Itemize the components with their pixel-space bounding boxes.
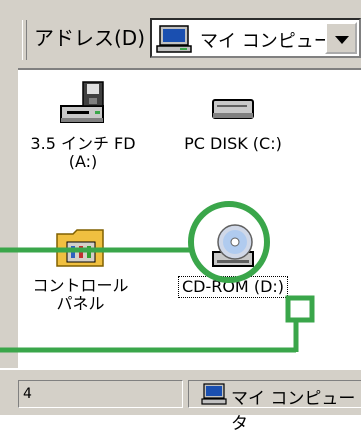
status-location-text: マイ コンピュータ (231, 389, 356, 434)
cd-rom-drive-icon (212, 224, 254, 267)
file-view: 3.5 インチ FD (A:) PC DISK (C:) コントロール パネル … (18, 70, 361, 368)
pc-disk-label: PC DISK (C:) (184, 134, 282, 153)
control-panel-icon (55, 229, 104, 267)
address-label: アドレス(D) (34, 26, 146, 50)
status-bar: 4 マイ コンピュータ (0, 368, 361, 434)
floppy-drive-icon (60, 81, 104, 123)
cd-rom-drive-letter: (D:) (253, 277, 285, 296)
toolbar-grip[interactable] (22, 20, 27, 60)
cd-rom-label: CD-ROM (D:) (177, 276, 289, 298)
status-location: マイ コンピュータ (188, 380, 361, 434)
hard-drive-icon (212, 99, 254, 119)
control-panel-item[interactable]: コントロール パネル (23, 222, 138, 314)
my-computer-small-icon (201, 383, 227, 405)
floppy-drive-label: 3.5 インチ FD (A:) (27, 134, 138, 172)
floppy-drive-label-line2: (A:) (68, 152, 98, 171)
control-panel-label-line1: コントロール (32, 276, 129, 295)
chevron-down-icon (335, 36, 349, 44)
status-object-count: 4 (18, 380, 183, 408)
window-left-border (0, 0, 20, 413)
floppy-drive-label-line1: 3.5 インチ FD (30, 134, 136, 153)
cd-rom-item[interactable]: CD-ROM (D:) (158, 222, 308, 298)
cd-rom-label-prefix: CD-ROM (181, 277, 254, 296)
floppy-drive-item[interactable]: 3.5 インチ FD (A:) (18, 80, 148, 172)
pc-disk-item[interactable]: PC DISK (C:) (168, 80, 298, 154)
my-computer-icon (156, 25, 192, 53)
address-field[interactable]: マイ コンピュータ (150, 18, 361, 58)
control-panel-label-line2: パネル (56, 294, 105, 313)
control-panel-label: コントロール パネル (29, 276, 131, 314)
explorer-window: アドレス(D) マイ コンピュータ 3.5 インチ FD (A:) PC DIS… (0, 0, 361, 434)
address-dropdown-button[interactable] (325, 22, 357, 54)
